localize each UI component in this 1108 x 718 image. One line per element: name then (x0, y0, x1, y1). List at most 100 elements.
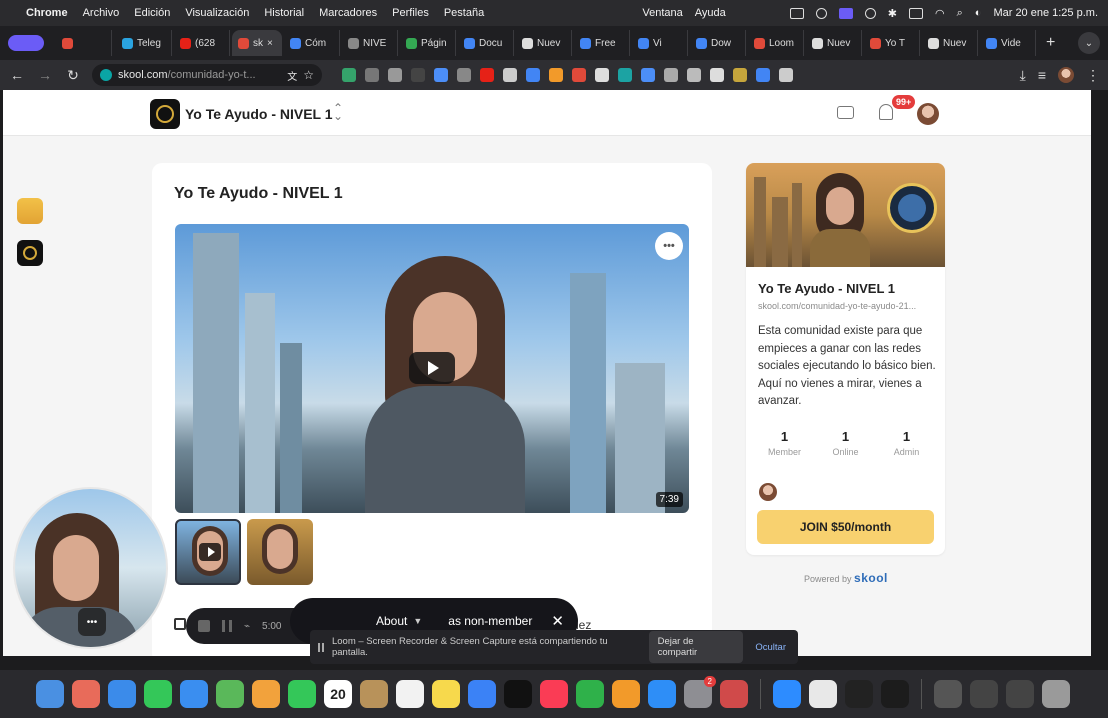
stat-admins[interactable]: 1 Admin (882, 429, 932, 457)
dock-notes-icon[interactable] (432, 680, 460, 708)
extension-icon[interactable] (411, 68, 425, 82)
intro-video[interactable]: ••• 7:39 (175, 224, 689, 513)
menu-marcadores[interactable]: Marcadores (319, 7, 377, 19)
browser-tab[interactable]: Págin (400, 30, 456, 56)
side-app-group-icon[interactable] (17, 240, 43, 266)
pause-recording-icon[interactable] (222, 620, 232, 632)
browser-tab[interactable]: Nuev (806, 30, 862, 56)
extension-icon[interactable] (365, 68, 379, 82)
menu-ventana[interactable]: Ventana (642, 7, 682, 19)
dock-appstore-icon[interactable] (648, 680, 676, 708)
dock-safari-icon[interactable] (108, 680, 136, 708)
dock-numbers-icon[interactable] (576, 680, 604, 708)
mute-icon[interactable]: ⌁ (244, 621, 250, 632)
user-avatar[interactable] (917, 103, 939, 125)
menubar-datetime[interactable]: Mar 20 ene 1:25 p.m. (993, 7, 1098, 19)
dock-mail-icon[interactable] (180, 680, 208, 708)
extension-icon[interactable] (457, 68, 471, 82)
battery-icon[interactable] (909, 7, 923, 19)
dock-calendar-icon[interactable]: 20 (324, 680, 352, 708)
dock-pages-icon[interactable] (612, 680, 640, 708)
stop-sharing-button[interactable]: Dejar de compartir (648, 631, 744, 663)
extension-icon[interactable] (756, 68, 770, 82)
record-icon[interactable] (864, 7, 876, 19)
address-bar[interactable]: skool.com/comunidad-yo-t... 文 ☆ (92, 64, 322, 86)
browser-tab[interactable]: Yo T (864, 30, 920, 56)
extension-icon[interactable] (641, 68, 655, 82)
browser-tab[interactable]: (628 (174, 30, 230, 56)
customize-icon[interactable]: ≡ (1038, 67, 1046, 84)
browser-tab-active[interactable]: sk × (232, 30, 282, 56)
dock-photos-icon[interactable] (252, 680, 280, 708)
site-info-icon[interactable] (100, 69, 112, 81)
menu-historial[interactable]: Historial (264, 7, 304, 19)
dock-notes-brown-icon[interactable] (360, 680, 388, 708)
member-avatar[interactable] (759, 483, 777, 501)
extension-icon[interactable] (503, 68, 517, 82)
browser-tab[interactable]: Vide (980, 30, 1036, 56)
dock-finder-icon[interactable] (36, 680, 64, 708)
dock-preview-icon[interactable] (934, 680, 962, 708)
browser-tab[interactable]: Free (574, 30, 630, 56)
dock-settings-icon[interactable]: 2 (684, 676, 716, 708)
menu-pestana[interactable]: Pestaña (444, 7, 484, 19)
dock-launchpad-icon[interactable] (72, 680, 100, 708)
extension-icon[interactable] (687, 68, 701, 82)
display-icon[interactable] (789, 7, 804, 19)
dock-zoom-icon[interactable] (773, 680, 801, 708)
user-icon[interactable] (815, 7, 827, 19)
tab-search-icon[interactable]: ⌄ (1078, 32, 1100, 54)
preview-page-dropdown[interactable]: About ▼ (376, 614, 422, 628)
side-app-cat-icon[interactable] (17, 198, 43, 224)
notification-bell-icon[interactable] (879, 104, 893, 120)
group-switcher-icon[interactable]: ⌃ ⌄ (333, 102, 343, 122)
extension-icon[interactable] (664, 68, 678, 82)
close-icon[interactable]: ✕ (551, 612, 564, 630)
extension-icon[interactable] (572, 68, 586, 82)
menu-visualizacion[interactable]: Visualización (185, 7, 249, 19)
media-thumbnail-image[interactable] (247, 519, 313, 585)
menu-app-name[interactable]: Chrome (26, 7, 68, 19)
browser-tab[interactable]: Docu (458, 30, 514, 56)
dock-appletv-icon[interactable] (504, 680, 532, 708)
extension-icon[interactable] (388, 68, 402, 82)
forward-icon[interactable]: → (36, 67, 54, 83)
close-tab-icon[interactable]: × (267, 38, 273, 49)
extension-icon[interactable] (342, 68, 356, 82)
dock-capcut-icon[interactable] (845, 680, 873, 708)
browser-tab[interactable]: Loom (748, 30, 804, 56)
reload-icon[interactable]: ↻ (64, 67, 82, 84)
browser-tab[interactable]: Dow (690, 30, 746, 56)
search-icon[interactable]: ⌕ (957, 7, 963, 20)
menu-perfiles[interactable]: Perfiles (392, 7, 429, 19)
more-options-icon[interactable]: ••• (655, 232, 683, 260)
hide-banner-button[interactable]: Ocultar (751, 642, 790, 653)
extension-icon[interactable] (710, 68, 724, 82)
group-name[interactable]: Yo Te Ayudo - NIVEL 1 (185, 106, 333, 122)
browser-tab[interactable]: Cóm (284, 30, 340, 56)
dock-screenshot2-icon[interactable] (1006, 680, 1034, 708)
dock-music-icon[interactable] (540, 680, 568, 708)
bubble-menu-icon[interactable]: ••• (78, 608, 106, 636)
join-group-button[interactable]: JOIN $50/month (757, 510, 934, 544)
stat-members[interactable]: 1 Member (760, 429, 810, 457)
dock-freeform-icon[interactable] (468, 680, 496, 708)
extension-icon[interactable] (618, 68, 632, 82)
extension-icon[interactable] (595, 68, 609, 82)
translate-icon[interactable]: 文 (287, 68, 297, 83)
loom-camera-bubble[interactable]: ••• (13, 487, 168, 649)
dock-trash-icon[interactable] (1042, 680, 1070, 708)
browser-tab[interactable] (56, 30, 112, 56)
profile-tab-group[interactable] (8, 35, 44, 51)
dock-iphone-mirror-icon[interactable] (720, 680, 748, 708)
browser-tab[interactable]: Nuev (922, 30, 978, 56)
extension-icon[interactable] (779, 68, 793, 82)
bluetooth-icon[interactable]: ✱ (888, 7, 897, 20)
powered-by[interactable]: Powered by skool (804, 571, 888, 585)
dock-facetime-icon[interactable] (288, 680, 316, 708)
chrome-menu-icon[interactable]: ⋮ (1086, 67, 1100, 84)
browser-tab[interactable]: Nuev (516, 30, 572, 56)
extension-icon[interactable] (733, 68, 747, 82)
bookmark-star-icon[interactable]: ☆ (303, 68, 314, 82)
profile-avatar[interactable] (1058, 66, 1074, 83)
